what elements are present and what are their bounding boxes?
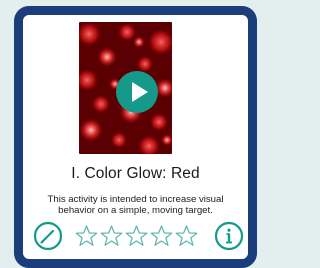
edit-button[interactable] (33, 221, 63, 251)
info-button[interactable] (214, 221, 244, 251)
star-rating[interactable] (74, 224, 199, 248)
star-outline-icon[interactable] (99, 224, 124, 248)
activity-description: This activity is intended to increase vi… (47, 194, 224, 216)
play-icon (132, 82, 148, 102)
pencil-icon (33, 221, 63, 251)
play-button[interactable] (116, 71, 158, 113)
star-outline-icon[interactable] (174, 224, 199, 248)
star-outline-icon[interactable] (74, 224, 99, 248)
info-icon (214, 221, 244, 251)
star-outline-icon[interactable] (124, 224, 149, 248)
activity-title: I. Color Glow: Red (71, 165, 200, 182)
star-outline-icon[interactable] (149, 224, 174, 248)
